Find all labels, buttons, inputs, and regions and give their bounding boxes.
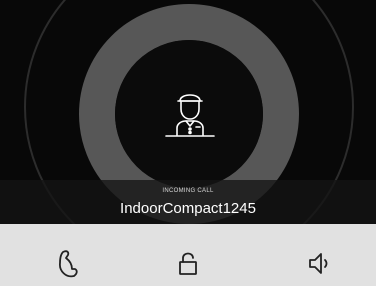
call-status-label: INCOMING CALL bbox=[162, 188, 214, 194]
incoming-call-screen: INCOMING CALL IndoorCompact1245 bbox=[0, 0, 376, 286]
call-area: INCOMING CALL IndoorCompact1245 bbox=[0, 0, 376, 224]
speaker-button[interactable] bbox=[302, 246, 338, 282]
caller-name: IndoorCompact1245 bbox=[120, 200, 256, 217]
call-toolbar bbox=[0, 224, 376, 286]
concierge-icon bbox=[164, 88, 216, 144]
speaker-icon bbox=[306, 250, 334, 278]
phone-handset-icon bbox=[54, 249, 80, 279]
unlock-icon bbox=[177, 250, 199, 278]
unlock-button[interactable] bbox=[170, 246, 206, 282]
answer-button[interactable] bbox=[49, 246, 85, 282]
